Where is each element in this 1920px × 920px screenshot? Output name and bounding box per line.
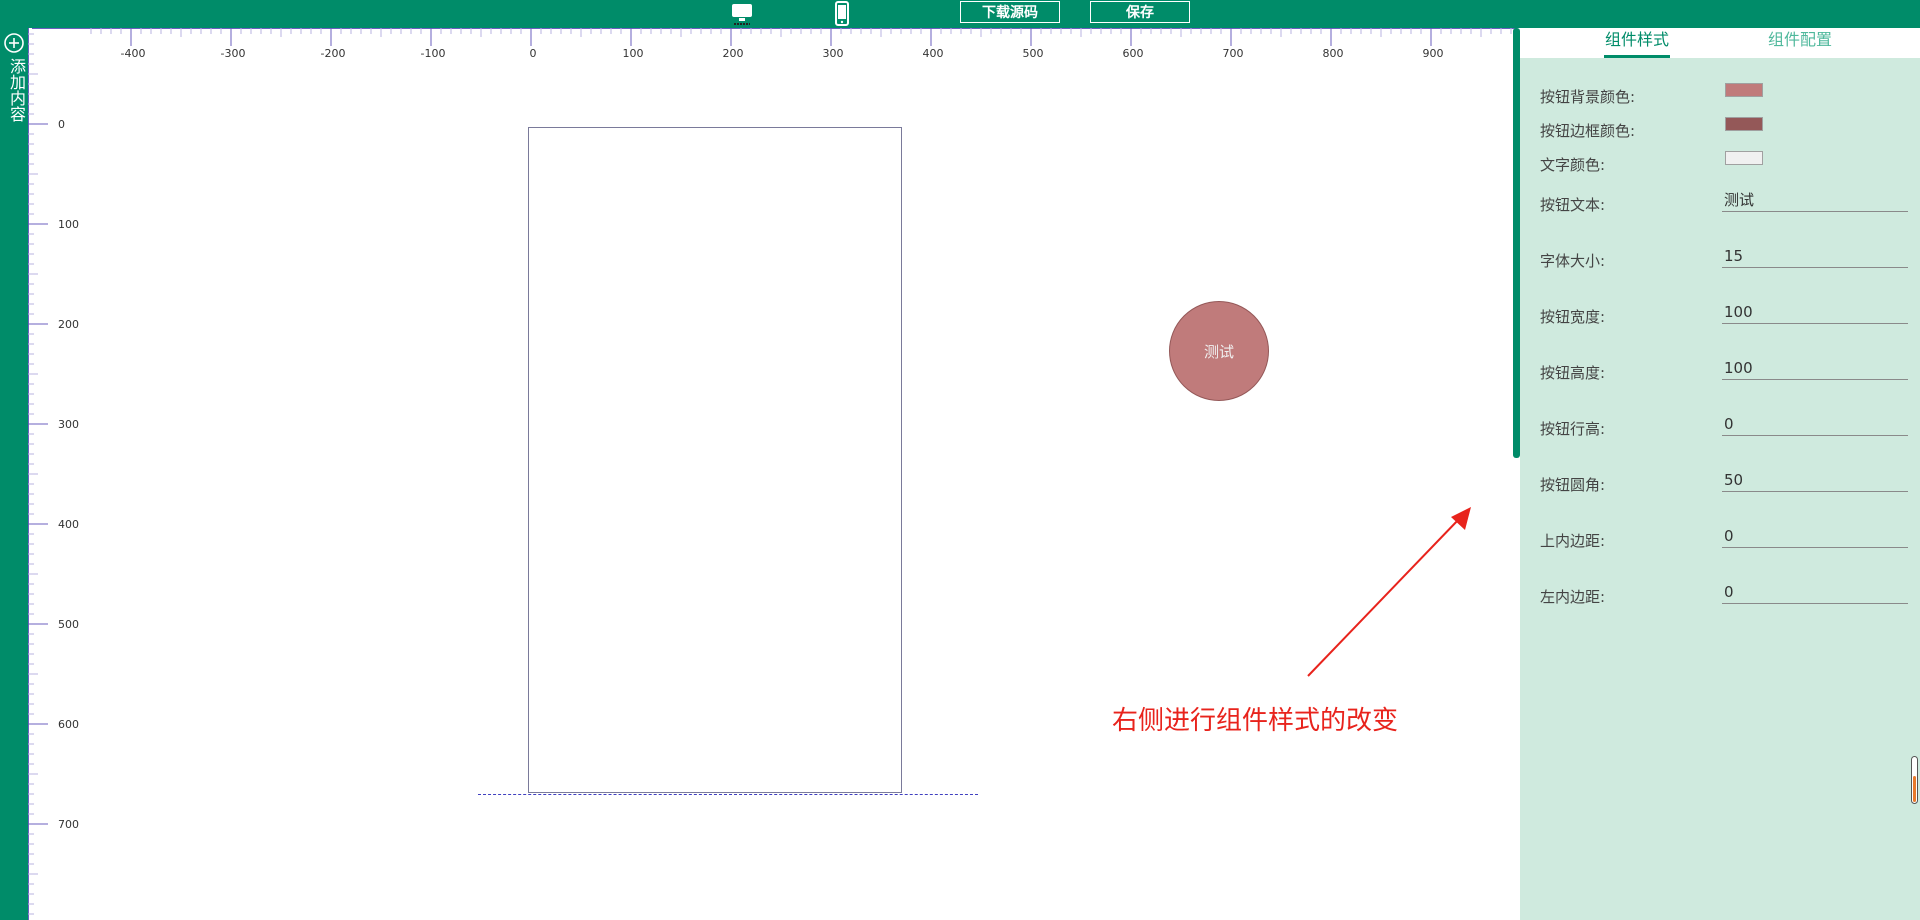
panel-scrollbar-thumb[interactable] [1911, 756, 1918, 804]
line-height-input[interactable] [1722, 412, 1908, 436]
annotation-arrow [1307, 507, 1471, 677]
padding-top-input[interactable] [1722, 524, 1908, 548]
bg-color-label: 按钮背景颜色: [1540, 88, 1636, 106]
tab-component-config[interactable]: 组件配置 [1760, 28, 1840, 58]
ruler-tick-label: 200 [723, 47, 744, 58]
ruler-tick-label: 100 [58, 218, 79, 231]
ruler-tick-label: 300 [58, 418, 79, 431]
ruler-tick-label: 300 [823, 47, 844, 58]
monitor-icon[interactable] [728, 0, 756, 28]
border-radius-input[interactable] [1722, 468, 1908, 492]
padding-left-label: 左内边距: [1540, 588, 1606, 606]
border-color-swatch[interactable] [1725, 117, 1763, 131]
properties-panel: 组件样式 组件配置 按钮背景颜色: 按钮边框颜色: 文字颜色: 按钮文本: 字体… [1520, 28, 1920, 920]
button-text-row: 按钮文本: [1540, 188, 1908, 218]
font-size-row: 字体大小: [1540, 244, 1908, 274]
annotation-text: 右侧进行组件样式的改变 [1112, 706, 1399, 736]
canvas-scrollbar[interactable] [1513, 28, 1520, 458]
ruler-tick-label: 0 [58, 118, 65, 131]
line-height-label: 按钮行高: [1540, 420, 1606, 438]
panel-tab-bar: 组件样式 组件配置 [1520, 28, 1920, 58]
ruler-tick-label: 900 [1423, 47, 1444, 58]
ruler-tick-label: 600 [58, 718, 79, 731]
text-color-label: 文字颜色: [1540, 156, 1606, 174]
ruler-tick-label: 400 [58, 518, 79, 531]
save-button[interactable]: 保存 [1090, 1, 1190, 23]
mobile-phone-icon[interactable] [828, 0, 856, 28]
border-color-label: 按钮边框颜色: [1540, 122, 1636, 140]
button-width-label: 按钮宽度: [1540, 308, 1606, 326]
panel-scrollbar-indicator [1913, 776, 1916, 802]
button-height-label: 按钮高度: [1540, 364, 1606, 382]
ruler-tick-label: 100 [623, 47, 644, 58]
font-size-label: 字体大小: [1540, 252, 1606, 270]
padding-top-row: 上内边距: [1540, 524, 1908, 554]
padding-left-input[interactable] [1722, 580, 1908, 604]
bg-color-row: 按钮背景颜色: [1540, 80, 1900, 110]
border-color-row: 按钮边框颜色: [1540, 114, 1900, 144]
ruler-tick-label: 800 [1323, 47, 1344, 58]
download-source-button[interactable]: 下载源码 [960, 1, 1060, 23]
button-width-row: 按钮宽度: [1540, 300, 1908, 330]
ruler-tick-label: -100 [421, 47, 446, 58]
button-text-label: 按钮文本: [1540, 196, 1606, 214]
border-radius-row: 按钮圆角: [1540, 468, 1908, 498]
ruler-tick-label: -300 [221, 47, 246, 58]
horizontal-ruler: -400 -300 -200 -100 0 100 200 300 400 500 600 700 80… [32, 28, 1516, 58]
plus-circle-icon[interactable] [3, 32, 25, 54]
button-text-input[interactable] [1722, 188, 1908, 212]
ruler-tick-label: 700 [58, 818, 79, 831]
ruler-tick-label: -200 [321, 47, 346, 58]
canvas-baseline-guide [478, 794, 978, 795]
text-color-row: 文字颜色: [1540, 148, 1900, 178]
button-width-input[interactable] [1722, 300, 1908, 324]
ruler-tick-label: 400 [923, 47, 944, 58]
add-content-button[interactable]: 添加内容 [0, 58, 28, 122]
top-toolbar: 下载源码 保存 [0, 0, 1920, 28]
preview-button[interactable]: 测试 [1169, 301, 1269, 401]
line-height-row: 按钮行高: [1540, 412, 1908, 442]
ruler-tick-label: 0 [530, 47, 537, 58]
text-color-swatch[interactable] [1725, 151, 1763, 165]
font-size-input[interactable] [1722, 244, 1908, 268]
mobile-canvas-frame[interactable] [528, 127, 902, 793]
button-height-row: 按钮高度: [1540, 356, 1908, 386]
left-sidebar: 添加内容 [0, 28, 28, 920]
padding-top-label: 上内边距: [1540, 532, 1606, 550]
ruler-tick-label: -400 [121, 47, 146, 58]
ruler-tick-label: 500 [1023, 47, 1044, 58]
ruler-tick-label: 700 [1223, 47, 1244, 58]
ruler-tick-label: 200 [58, 318, 79, 331]
ruler-tick-label: 500 [58, 618, 79, 631]
ruler-tick-label: 600 [1123, 47, 1144, 58]
button-height-input[interactable] [1722, 356, 1908, 380]
vertical-ruler: 0 100 200 300 400 500 600 700 [28, 28, 79, 920]
tab-component-style[interactable]: 组件样式 [1604, 28, 1670, 58]
bg-color-swatch[interactable] [1725, 83, 1763, 97]
border-radius-label: 按钮圆角: [1540, 476, 1606, 494]
padding-left-row: 左内边距: [1540, 580, 1908, 610]
